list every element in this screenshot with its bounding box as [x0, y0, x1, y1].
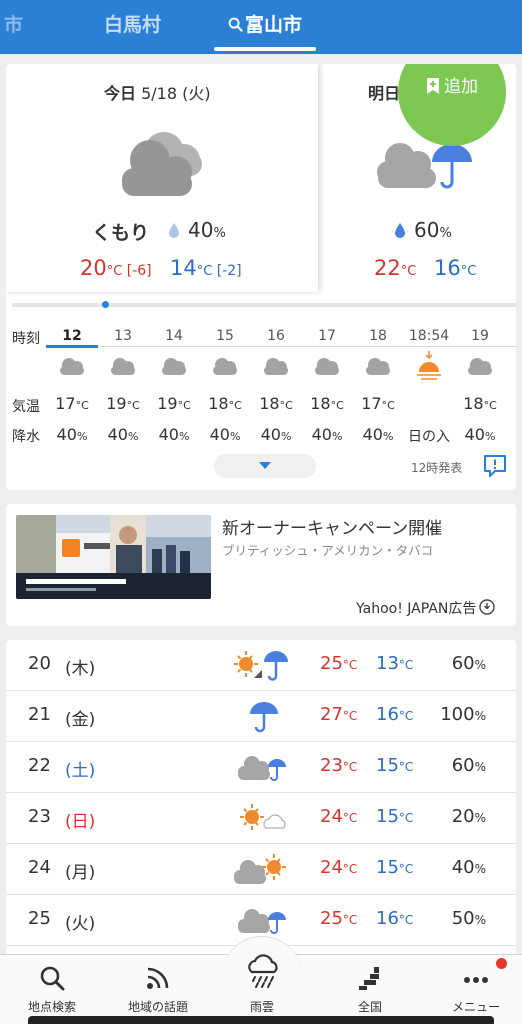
cloud-sun-icon [234, 854, 286, 884]
daily-row[interactable]: 23 (日) 24°C 15°C 20% [6, 793, 516, 844]
notification-badge [496, 958, 507, 969]
map-icon [359, 967, 379, 990]
tomorrow-rain-chance: 60% [394, 218, 452, 242]
cloud-icon [264, 358, 288, 375]
current-time-marker [102, 301, 109, 308]
active-tab-indicator [214, 47, 316, 51]
today-low: 14°C [-2] [170, 256, 242, 280]
cloud-icon [60, 358, 84, 375]
sun-cloud-icon [240, 804, 286, 830]
cloudy-icon [122, 132, 202, 196]
ad-image [16, 515, 211, 599]
cloud-icon [213, 358, 237, 375]
more-icon [464, 977, 488, 983]
chevron-down-icon [259, 462, 271, 469]
raindrop-icon [395, 223, 405, 238]
sun-then-rain-icon [234, 651, 288, 681]
cloud-rain-icon [238, 909, 286, 934]
ad-advertiser: ブリティッシュ・アメリカン・タバコ [222, 543, 434, 558]
home-indicator [28, 1016, 494, 1024]
cloud-rain-icon [238, 756, 286, 781]
tab-prev-city[interactable]: 市 [4, 0, 23, 54]
tab-toyama[interactable]: 富山市 [228, 0, 302, 54]
daily-row[interactable]: 20 (木) 25°C 13°C 60% [6, 640, 516, 691]
rain-cloud-icon [248, 954, 278, 988]
daily-row[interactable]: 22 (土) 23°C 15°C 60% [6, 742, 516, 793]
hourly-scroll-track [12, 303, 516, 307]
hourly-temp-label: 気温 [12, 399, 40, 415]
umbrella-icon [250, 702, 278, 733]
hourly-time-label: 時刻 [12, 331, 40, 347]
daily-row[interactable]: 24 (月) 24°C 15°C 40% [6, 844, 516, 895]
sunset-icon [417, 351, 441, 380]
ad-sponsor-label[interactable]: Yahoo! JAPAN広告 [356, 598, 496, 618]
today-title: 今日 5/18 (火) [104, 84, 211, 103]
cloud-icon [366, 358, 390, 375]
forecast-issued-time: 12時発表 [411, 461, 463, 475]
nav-menu[interactable]: メニュー [424, 954, 522, 1024]
hourly-forecast[interactable]: 時刻 気温 降水 12 17°C 40% 13 19°C 40% 14 19°C… [6, 326, 516, 446]
rss-icon [147, 967, 169, 989]
raindrop-icon [169, 223, 179, 238]
today-high: 20°C [-6] [80, 256, 152, 280]
ad-card[interactable]: 新オーナーキャンペーン開催 ブリティッシュ・アメリカン・タバコ Yahoo! J… [6, 504, 516, 626]
cloud-rain-umbrella-icon [377, 143, 472, 189]
expand-hourly-button[interactable] [214, 454, 316, 478]
cloud-icon [315, 358, 339, 375]
cloud-icon [162, 358, 186, 375]
today-panel[interactable]: 今日 5/18 (火) くもり 40% 20°C [-6] 14°C [-2] [6, 64, 318, 292]
tab-hakuba[interactable]: 白馬村 [104, 0, 161, 54]
cloud-icon [468, 358, 492, 375]
daily-row[interactable]: 21 (金) 27°C 16°C 100% [6, 691, 516, 742]
cloud-icon [111, 358, 135, 375]
today-rain-chance: 40% [168, 218, 226, 242]
nav-local-topics[interactable]: 地域の話題 [106, 954, 210, 1024]
today-condition: くもり [92, 222, 150, 244]
nav-rain-cloud[interactable]: 雨雲 [210, 954, 314, 1024]
forecast-card: 追加 今日 5/18 (火) くもり 40% 20°C [-6] 14°C [-… [6, 64, 516, 490]
bookmark-add-icon [427, 78, 439, 94]
info-icon [479, 599, 496, 615]
search-icon [228, 17, 243, 32]
weekly-forecast: 20 (木) 25°C 13°C 60% 21 (金) 27°C 16°C 10… [6, 640, 516, 970]
nav-location-search[interactable]: 地点検索 [0, 954, 104, 1024]
tomorrow-low: 16°C [434, 256, 477, 280]
location-tabbar: 市 白馬村 富山市 [0, 0, 522, 54]
nav-nationwide[interactable]: 全国 [318, 954, 422, 1024]
ad-title: 新オーナーキャンペーン開催 [222, 519, 443, 539]
search-icon [40, 966, 65, 991]
feedback-icon[interactable] [482, 454, 508, 478]
hourly-rain-label: 降水 [12, 429, 40, 445]
current-hour-indicator [46, 345, 98, 348]
tomorrow-high: 22°C [374, 256, 417, 280]
